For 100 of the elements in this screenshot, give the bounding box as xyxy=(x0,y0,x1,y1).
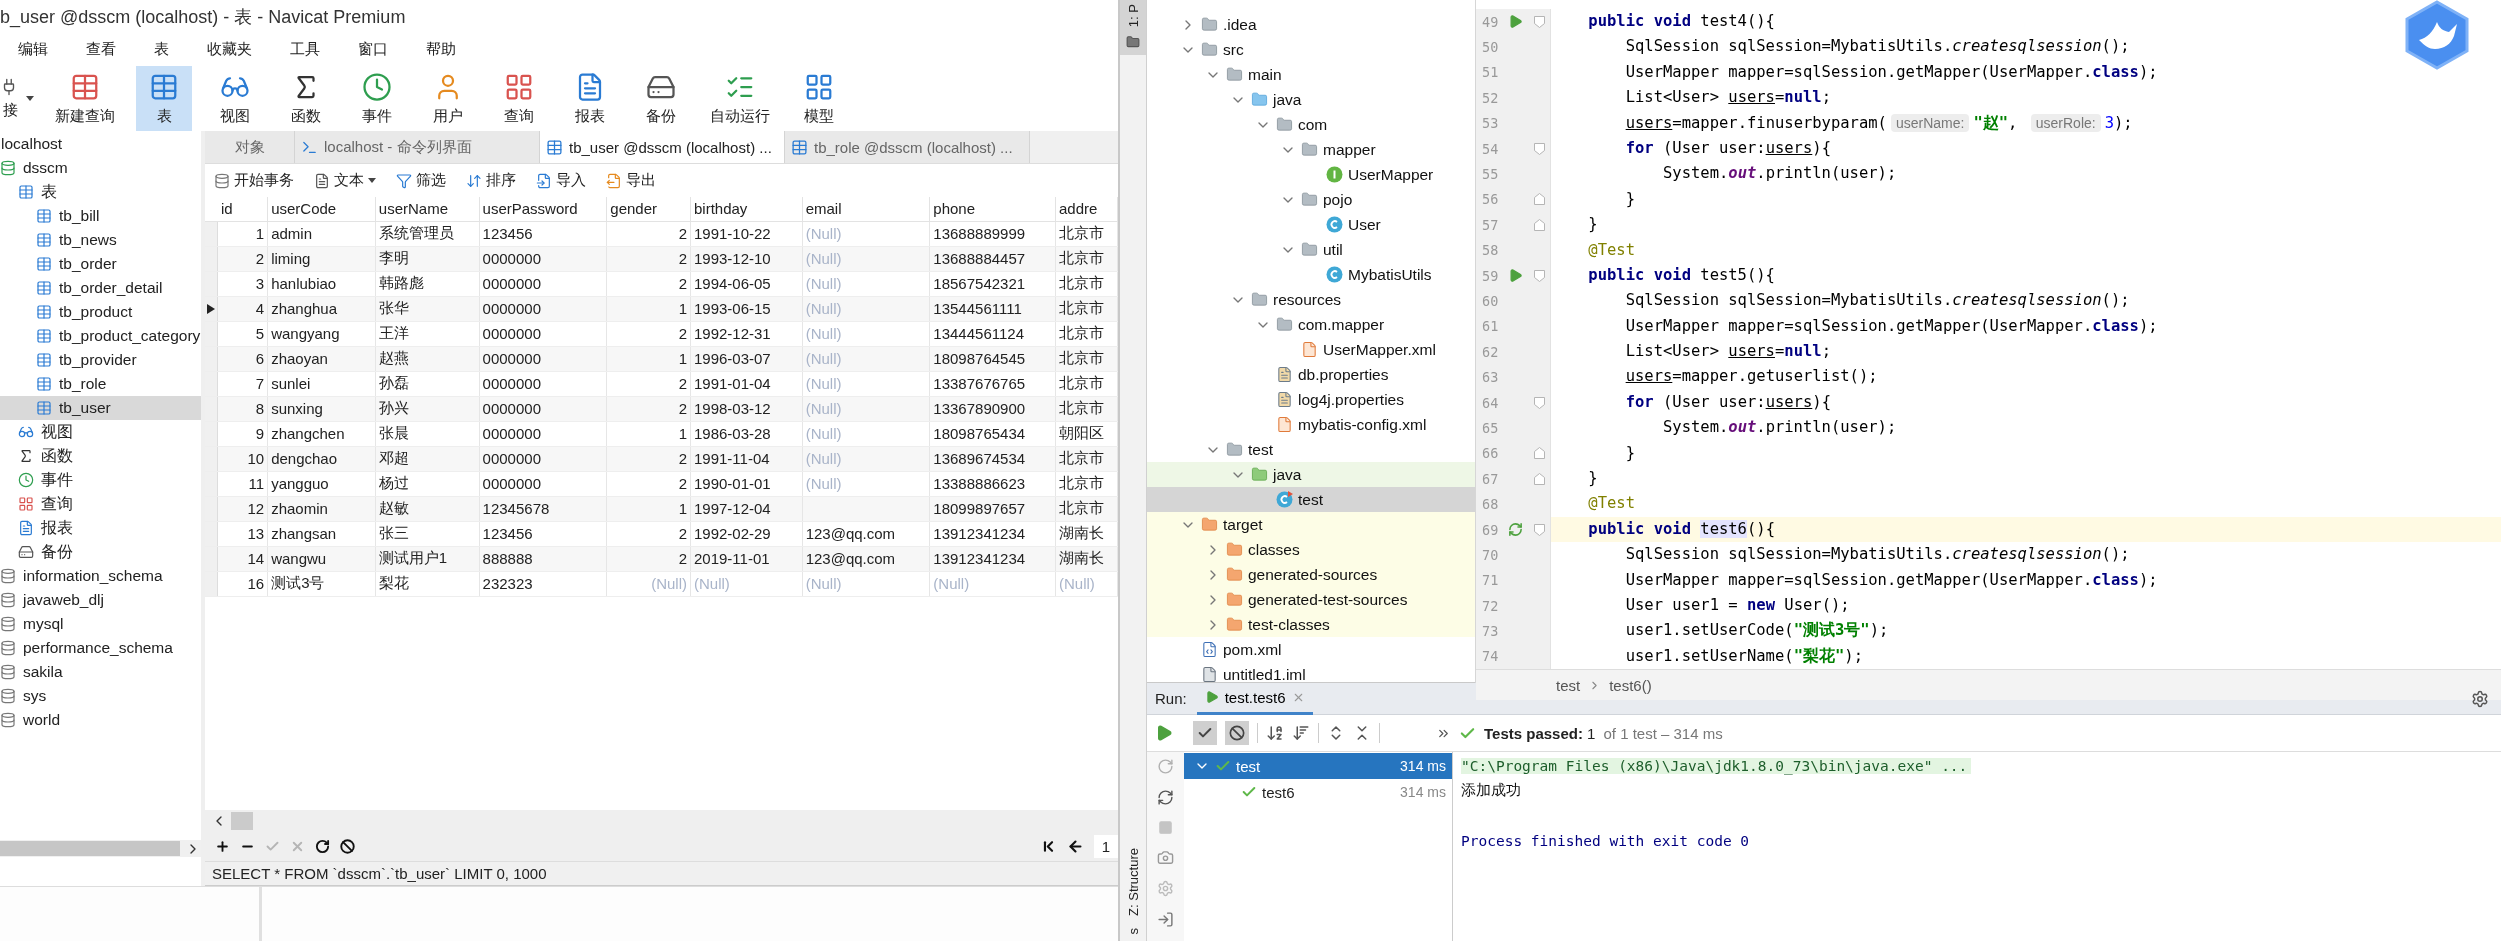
side-tab[interactable]: s xyxy=(1120,923,1146,940)
sidebar-item[interactable]: sys xyxy=(0,684,201,708)
toolbar-button[interactable]: 用户 xyxy=(420,66,476,131)
sidebar-item[interactable]: tb_news xyxy=(0,228,201,252)
tree-item[interactable]: test xyxy=(1147,487,1475,512)
sidebar-item[interactable]: 查询 xyxy=(0,492,201,516)
sidebar-item[interactable]: tb_order_detail xyxy=(0,276,201,300)
column-header[interactable]: userName xyxy=(375,197,480,221)
menu-item[interactable]: 查看 xyxy=(78,37,124,62)
action-button[interactable]: 导入 xyxy=(533,169,589,192)
breadcrumb-item[interactable]: test6() xyxy=(1609,676,1652,694)
toggle-button[interactable] xyxy=(1225,721,1249,745)
sidebar-item[interactable]: tb_bill xyxy=(0,204,201,228)
toolbar-button[interactable]: 接 xyxy=(0,66,34,131)
toolbar-button[interactable]: 视图 xyxy=(207,66,263,131)
tab[interactable]: 对象 xyxy=(205,131,295,163)
action-button[interactable]: 文本 xyxy=(311,169,379,192)
caret-icon[interactable] xyxy=(368,177,376,184)
sidebar-item[interactable]: tb_user xyxy=(0,396,201,420)
sidebar-item[interactable]: 事件 xyxy=(0,468,201,492)
sidebar-item[interactable]: 报表 xyxy=(0,516,201,540)
toolbar-button[interactable]: 备份 xyxy=(633,66,689,131)
run-icon[interactable] xyxy=(1155,724,1173,742)
refresh-icon[interactable] xyxy=(315,839,330,854)
tree-item[interactable]: java xyxy=(1147,87,1475,112)
tab[interactable]: tb_user @dsscm (localhost) ... xyxy=(540,131,785,163)
tree-item[interactable]: java xyxy=(1147,462,1475,487)
menu-item[interactable]: 收藏夹 xyxy=(199,37,260,62)
test-item[interactable]: test6 314 ms xyxy=(1184,779,1452,805)
sidebar-item[interactable]: dsscm xyxy=(0,156,201,180)
column-header[interactable]: id xyxy=(217,197,268,221)
sidebar-item[interactable]: sakila xyxy=(0,660,201,684)
tree-item[interactable]: mybatis-config.xml xyxy=(1147,412,1475,437)
column-header[interactable]: phone xyxy=(929,197,1056,221)
toolbar-button[interactable]: 模型 xyxy=(791,66,847,131)
side-tab[interactable]: 1: P xyxy=(1120,0,1146,56)
scrollbar-thumb[interactable] xyxy=(0,841,180,856)
sidebar-item[interactable]: tb_order xyxy=(0,252,201,276)
rerun-icon[interactable] xyxy=(1508,522,1523,537)
tree-item[interactable]: pojo xyxy=(1147,187,1475,212)
tree-item[interactable]: com.mapper xyxy=(1147,312,1475,337)
menu-item[interactable]: 帮助 xyxy=(418,37,464,62)
run-tab[interactable]: test.test6 xyxy=(1196,682,1313,715)
previous-page-button[interactable] xyxy=(1066,838,1084,855)
menu-item[interactable]: 窗口 xyxy=(350,37,396,62)
tree-item[interactable]: util xyxy=(1147,237,1475,262)
action-button[interactable]: 排序 xyxy=(463,169,519,192)
sort-icon[interactable] xyxy=(1292,724,1310,742)
menu-item[interactable]: 表 xyxy=(146,37,177,62)
settings-icon[interactable] xyxy=(2471,689,2489,708)
sidebar-item[interactable]: 表 xyxy=(0,180,201,204)
column-header[interactable]: gender xyxy=(606,197,691,221)
toolbar-button[interactable]: 查询 xyxy=(491,66,547,131)
action-button[interactable]: 导出 xyxy=(603,169,659,192)
tree-item[interactable]: generated-test-sources xyxy=(1147,587,1475,612)
caret-icon[interactable] xyxy=(26,95,34,102)
scrollbar-thumb[interactable] xyxy=(231,812,253,830)
tree-item[interactable]: User xyxy=(1147,212,1475,237)
run-icon[interactable] xyxy=(1508,14,1523,30)
sidebar-item[interactable]: tb_product_category xyxy=(0,324,201,348)
toolbar-button[interactable]: 自动运行 xyxy=(704,66,776,131)
column-header[interactable]: addre xyxy=(1055,197,1118,221)
toolbar-button[interactable]: 新建查询 xyxy=(49,66,121,131)
sidebar-item[interactable]: performance_schema xyxy=(0,636,201,660)
sidebar-item[interactable]: mysql xyxy=(0,612,201,636)
toolbar-button[interactable]: 表 xyxy=(136,66,192,131)
tree-item[interactable]: com xyxy=(1147,112,1475,137)
tree-item[interactable]: db.properties xyxy=(1147,362,1475,387)
tree-item[interactable]: log4j.properties xyxy=(1147,387,1475,412)
sidebar-item[interactable]: javaweb_dlj xyxy=(0,588,201,612)
sort-icon[interactable] xyxy=(1266,724,1284,742)
tree-item[interactable]: main xyxy=(1147,62,1475,87)
tree-item[interactable]: generated-sources xyxy=(1147,562,1475,587)
side-tab[interactable]: Z: Structure xyxy=(1120,843,1146,922)
tree-item[interactable]: UserMapper.xml xyxy=(1147,337,1475,362)
tree-item[interactable]: src xyxy=(1147,37,1475,62)
toolbar-button[interactable]: 报表 xyxy=(562,66,618,131)
column-header[interactable]: email xyxy=(802,197,930,221)
toolbar-button[interactable]: 事件 xyxy=(349,66,405,131)
bird-logo-icon[interactable] xyxy=(2403,0,2471,70)
column-header[interactable]: birthday xyxy=(690,197,803,221)
exit-icon[interactable] xyxy=(1157,911,1174,928)
menu-item[interactable]: 工具 xyxy=(282,37,328,62)
sidebar-item[interactable]: tb_provider xyxy=(0,348,201,372)
sidebar-item[interactable]: 函数 xyxy=(0,444,201,468)
run-icon[interactable] xyxy=(1508,268,1523,284)
tree-item[interactable]: test-classes xyxy=(1147,612,1475,637)
sidebar-item[interactable]: world xyxy=(0,708,201,732)
tab[interactable]: localhost - 命令列界面 xyxy=(295,131,540,163)
action-button[interactable]: 筛选 xyxy=(393,169,449,192)
tab[interactable]: tb_role @dsscm (localhost) ... xyxy=(785,131,1030,163)
tree-item[interactable]: MybatisUtils xyxy=(1147,262,1475,287)
test-item[interactable]: test 314 ms xyxy=(1184,753,1452,779)
sidebar-item[interactable]: information_schema xyxy=(0,564,201,588)
page-number[interactable]: 1 xyxy=(1093,835,1118,858)
tree-item[interactable]: mapper xyxy=(1147,137,1475,162)
action-button[interactable]: 开始事务 xyxy=(211,169,297,192)
sidebar-item[interactable]: 视图 xyxy=(0,420,201,444)
tree-item[interactable]: classes xyxy=(1147,537,1475,562)
tree-item[interactable]: test xyxy=(1147,437,1475,462)
